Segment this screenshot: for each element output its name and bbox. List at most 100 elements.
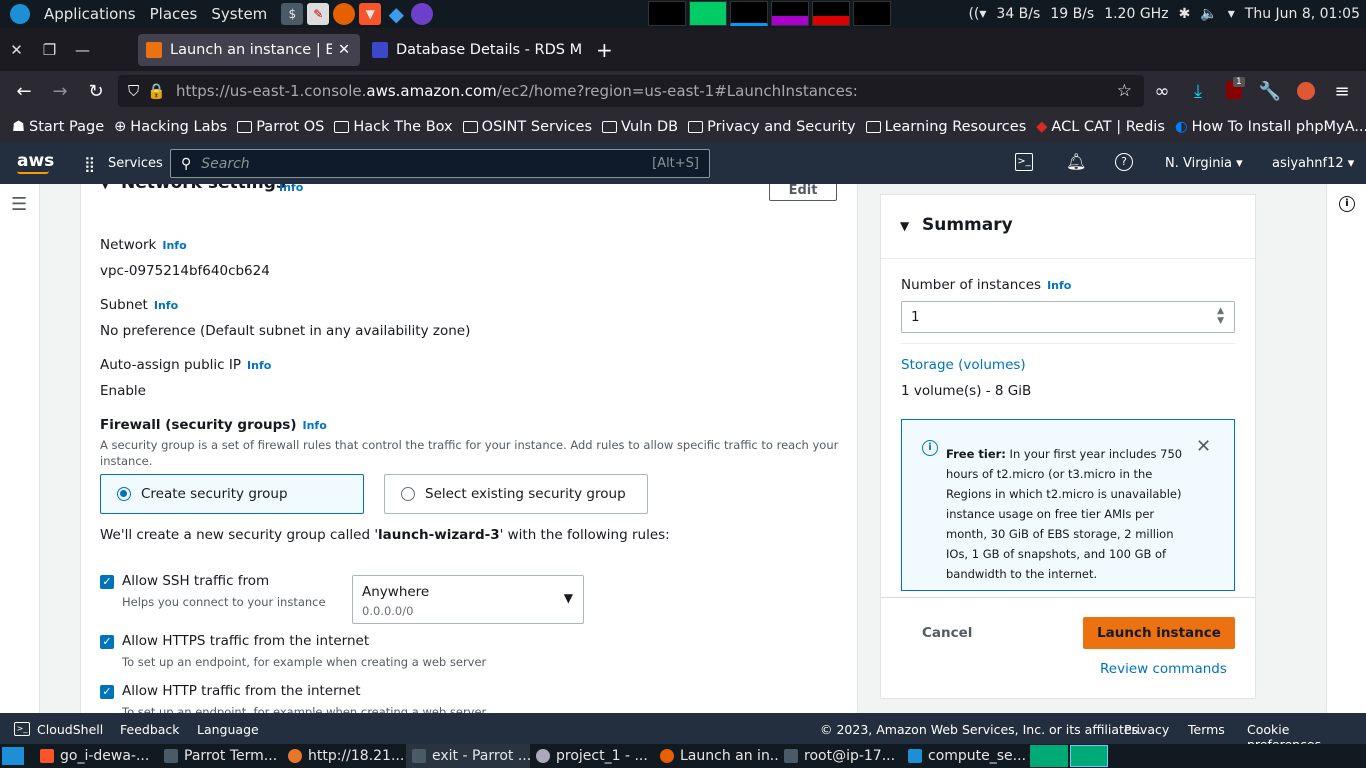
help-panel-info-icon[interactable]: i: [1339, 196, 1355, 212]
language-link[interactable]: Language: [197, 722, 259, 737]
workspace-2-icon[interactable]: [1070, 745, 1108, 767]
terminal-launcher-icon[interactable]: $: [281, 3, 304, 25]
bookmark-start-page[interactable]: ☗ Start Page: [12, 119, 104, 135]
workspace-1-icon[interactable]: [1030, 745, 1068, 767]
volume-icon[interactable]: 🔈: [1200, 6, 1217, 22]
collapse-caret-icon[interactable]: ▼: [101, 184, 109, 191]
reload-icon[interactable]: ↻: [78, 81, 114, 102]
places-menu[interactable]: Places: [150, 5, 198, 23]
ssh-checkbox[interactable]: ✓: [100, 575, 114, 589]
clock[interactable]: Thu Jun 8, 01:05: [1245, 6, 1360, 22]
shield-icon[interactable]: ⛉: [128, 82, 139, 100]
close-window-icon[interactable]: ✕: [0, 41, 33, 59]
lock-icon[interactable]: 🔒: [147, 82, 166, 100]
tab-database-details[interactable]: Database Details - RDS Ma: [364, 34, 590, 66]
services-grid-icon[interactable]: ⣿: [84, 155, 95, 173]
parrot-logo-icon[interactable]: [10, 4, 30, 24]
bookmark-hacking-labs[interactable]: ⊕ Hacking Labs: [114, 119, 227, 135]
bookmark-phpmyadmin[interactable]: ◐ How To Install phpMyA...: [1175, 119, 1366, 135]
storage-link[interactable]: Storage (volumes): [901, 357, 1026, 373]
auto-assign-ip-info-link[interactable]: Info: [247, 359, 271, 372]
terms-link[interactable]: Terms: [1188, 722, 1225, 737]
brave-launcher-icon[interactable]: ▼: [359, 3, 382, 25]
edit-button[interactable]: Edit: [769, 184, 837, 201]
minimize-window-icon[interactable]: —: [66, 41, 99, 59]
summary-collapse-icon[interactable]: ▼: [900, 219, 909, 233]
notifications-bell-icon[interactable]: 🔔︎: [1066, 152, 1086, 171]
dismiss-alert-icon[interactable]: ✕: [1196, 436, 1211, 457]
cancel-button[interactable]: Cancel: [922, 625, 972, 641]
network-info-link[interactable]: Info: [162, 239, 186, 252]
account-menu[interactable]: asiyahnf12 ▾: [1272, 156, 1354, 171]
cloudshell-icon[interactable]: >_: [1015, 153, 1033, 171]
ssh-source-select[interactable]: Anywhere 0.0.0.0/0 ▼: [352, 575, 584, 624]
network-settings-info-link[interactable]: Info: [279, 184, 303, 194]
privacy-link[interactable]: Privacy: [1124, 722, 1169, 737]
bookmark-learning-resources[interactable]: Learning Resources: [865, 119, 1026, 135]
applications-menu[interactable]: Applications: [44, 5, 136, 23]
https-checkbox[interactable]: ✓: [100, 635, 114, 649]
bookmark-privacy-security[interactable]: Privacy and Security: [688, 119, 856, 135]
show-desktop-icon[interactable]: [2, 747, 24, 765]
taskbar-item[interactable]: go_i-dewa-...: [34, 744, 158, 768]
restore-window-icon[interactable]: ❐: [33, 41, 66, 59]
stepper-icon[interactable]: ▲ ▼: [1217, 306, 1224, 326]
instances-input[interactable]: 1 ▲ ▼: [901, 301, 1235, 333]
bookmark-hack-the-box[interactable]: Hack The Box: [334, 119, 453, 135]
network-icon[interactable]: ▾: [1228, 6, 1235, 22]
firewall-info-link[interactable]: Info: [303, 419, 327, 432]
taskbar-item[interactable]: Launch an in...: [654, 744, 778, 768]
wrench-icon[interactable]: 🔧: [1252, 81, 1288, 102]
extension-mask-icon[interactable]: ∞: [1144, 81, 1180, 102]
search-input[interactable]: ⚲ Search [Alt+S]: [170, 149, 710, 178]
bookmark-osint-services[interactable]: OSINT Services: [462, 119, 592, 135]
taskbar-item[interactable]: Parrot Term...: [158, 744, 282, 768]
taskbar-item[interactable]: root@ip-17...: [778, 744, 902, 768]
new-tab-icon[interactable]: +: [596, 38, 613, 62]
taskbar-item[interactable]: exit - Parrot ...: [406, 744, 530, 768]
taskbar-item[interactable]: project_1 - ...: [530, 744, 654, 768]
wifi-icon[interactable]: ((▾: [968, 6, 986, 22]
tab-launch-instance[interactable]: Launch an instance | EC2 M ✕: [138, 34, 360, 66]
instances-info-link[interactable]: Info: [1047, 279, 1071, 292]
search-placeholder: Search: [201, 155, 250, 172]
folder-icon: [865, 121, 881, 133]
back-icon[interactable]: ←: [6, 81, 42, 102]
github-launcher-icon[interactable]: [411, 3, 434, 25]
feedback-link[interactable]: Feedback: [120, 722, 180, 737]
taskbar-item[interactable]: compute_se...: [902, 744, 1026, 768]
review-commands-link[interactable]: Review commands: [1100, 661, 1227, 677]
bookmark-star-icon[interactable]: ☆: [1117, 81, 1132, 101]
forward-icon[interactable]: →: [42, 81, 78, 102]
url-bar[interactable]: ⛉ 🔒 https://us-east-1.console. aws.amazon…: [118, 75, 1144, 107]
region-selector[interactable]: N. Virginia ▾: [1165, 156, 1243, 171]
vscode-launcher-icon[interactable]: ◆: [385, 2, 407, 26]
close-tab-icon[interactable]: ✕: [338, 42, 350, 58]
text-editor-launcher-icon[interactable]: ✎: [307, 3, 330, 25]
firefox-launcher-icon[interactable]: [333, 3, 356, 25]
bluetooth-icon[interactable]: ✱: [1179, 6, 1191, 22]
bookmark-acl-cat-redis[interactable]: ◆ ACL CAT | Redis: [1036, 119, 1165, 135]
duckduckgo-icon[interactable]: [1297, 82, 1315, 100]
launch-instance-button[interactable]: Launch instance: [1083, 617, 1235, 649]
aws-logo[interactable]: aws: [17, 151, 54, 171]
services-menu[interactable]: Services: [108, 156, 163, 171]
network-up-speed: 19 B/s: [1050, 6, 1095, 22]
cloudshell-link[interactable]: CloudShell: [37, 722, 103, 737]
subnet-info-link[interactable]: Info: [154, 299, 178, 312]
http-checkbox[interactable]: ✓: [100, 685, 114, 699]
create-security-group-option[interactable]: Create security group: [100, 474, 364, 514]
create-security-group-radio[interactable]: [117, 487, 131, 501]
help-icon[interactable]: ?: [1115, 153, 1133, 171]
firewall-label: Firewall (security groups) Info: [100, 417, 327, 433]
system-menu[interactable]: System: [211, 5, 267, 23]
network-label: Network Info: [100, 237, 187, 253]
bookmark-vuln-db[interactable]: Vuln DB: [602, 119, 678, 135]
bookmark-parrot-os[interactable]: Parrot OS: [237, 119, 324, 135]
select-existing-group-radio[interactable]: [401, 487, 415, 501]
select-existing-group-option[interactable]: Select existing security group: [384, 474, 648, 514]
taskbar-item[interactable]: http://18.21...: [282, 744, 406, 768]
downloads-icon[interactable]: ⤓: [1180, 81, 1216, 102]
side-nav-menu-icon[interactable]: ☰: [11, 194, 27, 215]
hamburger-menu-icon[interactable]: ≡: [1324, 81, 1360, 102]
